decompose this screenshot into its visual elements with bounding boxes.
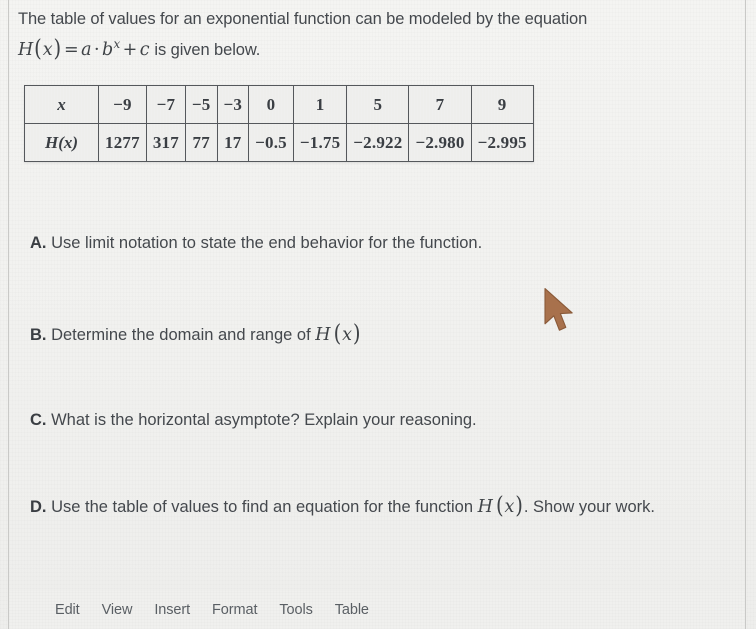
question-c: C. What is the horizontal asymptote? Exp…	[30, 405, 730, 435]
table-cell-x-4[interactable]: 0	[248, 85, 294, 124]
table-cell-hx-2[interactable]: 77	[184, 123, 218, 162]
table-row-label-x: x	[24, 85, 99, 124]
table-row-hx[interactable]: H(x) 1277 317 77 17 −0.5 −1.75 −2.922 −2…	[24, 123, 534, 162]
equation-exponent-x: x	[113, 37, 121, 52]
question-b-math-var: x	[342, 325, 353, 345]
table-cell-hx-5[interactable]: −1.75	[292, 123, 348, 162]
table-cell-hx-1[interactable]: 317	[145, 123, 186, 162]
table-cell-x-6[interactable]: 5	[346, 85, 410, 124]
table-row-label-hx: H(x)	[24, 123, 99, 162]
menu-item-tools[interactable]: Tools	[279, 602, 312, 618]
prompt-equation: H(x) = a · bx + c	[18, 35, 150, 62]
question-a-text: Use limit notation to state the end beha…	[46, 234, 483, 252]
equation-base-b: b	[101, 40, 114, 60]
question-d-math-close: )	[515, 491, 524, 519]
question-d-text-after: . Show your work.	[523, 498, 655, 516]
question-c-text: What is the horizontal asymptote? Explai…	[46, 411, 477, 429]
menu-item-view[interactable]: View	[102, 602, 133, 618]
table-cell-hx-4[interactable]: −0.5	[248, 123, 294, 162]
table-cell-x-1[interactable]: −7	[145, 85, 186, 124]
document-content: The table of values for an exponential f…	[0, 0, 756, 629]
table-cell-hx-8[interactable]: −2.995	[470, 123, 534, 162]
question-c-label: C.	[30, 411, 47, 429]
table-cell-x-2[interactable]: −5	[184, 85, 218, 124]
table-cell-x-0[interactable]: −9	[98, 85, 147, 124]
question-d-math-var: x	[504, 497, 515, 517]
question-d: D. Use the table of values to find an eq…	[30, 491, 736, 522]
question-b-label: B.	[30, 326, 47, 344]
menu-item-table[interactable]: Table	[335, 602, 369, 618]
prompt-line-1: The table of values for an exponential f…	[18, 10, 588, 28]
values-table[interactable]: x −9 −7 −5 −3 0 1 5 7 9 H(x) 1277 317 77…	[24, 85, 534, 162]
question-d-math-fn: H	[477, 497, 494, 517]
table-cell-hx-0[interactable]: 1277	[98, 123, 147, 162]
question-b: B. Determine the domain and range of H (…	[30, 319, 730, 350]
values-table-container[interactable]: x −9 −7 −5 −3 0 1 5 7 9 H(x) 1277 317 77…	[24, 85, 534, 162]
table-cell-hx-6[interactable]: −2.922	[346, 123, 410, 162]
question-d-math-open: (	[495, 491, 504, 519]
equation-function-name: H	[18, 40, 34, 60]
question-b-math-close: )	[352, 319, 361, 347]
question-b-math-open: (	[333, 319, 342, 347]
table-cell-x-5[interactable]: 1	[292, 85, 348, 124]
question-b-math-fn: H	[315, 325, 331, 345]
question-a: A. Use limit notation to state the end b…	[30, 228, 730, 258]
equation-constant-c: c	[139, 40, 150, 60]
question-b-math: H (x)	[315, 320, 361, 347]
table-cell-x-8[interactable]: 9	[470, 85, 534, 124]
equation-equals-sign: =	[64, 40, 80, 60]
menu-item-format[interactable]: Format	[212, 602, 257, 618]
equation-coefficient-a: a	[81, 40, 92, 60]
question-a-label: A.	[30, 234, 47, 252]
question-d-math: H (x)	[477, 492, 524, 519]
table-row-x[interactable]: x −9 −7 −5 −3 0 1 5 7 9	[24, 85, 534, 124]
question-d-label: D.	[30, 498, 47, 516]
equation-variable: x	[42, 40, 53, 60]
equation-close-paren: )	[53, 34, 62, 62]
menu-item-edit[interactable]: Edit	[55, 602, 80, 618]
prompt-paragraph: The table of values for an exponential f…	[18, 4, 730, 65]
table-cell-x-7[interactable]: 7	[408, 85, 472, 124]
question-b-text: Determine the domain and range of	[46, 326, 316, 344]
equation-multiply-dot: ·	[93, 40, 100, 60]
table-cell-hx-3[interactable]: 17	[216, 123, 250, 162]
prompt-line-2-tail: is given below.	[149, 41, 261, 59]
question-d-text: Use the table of values to find an equat…	[46, 498, 478, 516]
table-cell-hx-7[interactable]: −2.980	[408, 123, 472, 162]
equation-open-paren: (	[34, 34, 43, 62]
editor-menubar[interactable]: Edit View Insert Format Tools Table	[9, 591, 745, 629]
table-cell-x-3[interactable]: −3	[216, 85, 250, 124]
menu-item-insert[interactable]: Insert	[154, 602, 190, 618]
equation-plus-sign: +	[122, 40, 138, 60]
